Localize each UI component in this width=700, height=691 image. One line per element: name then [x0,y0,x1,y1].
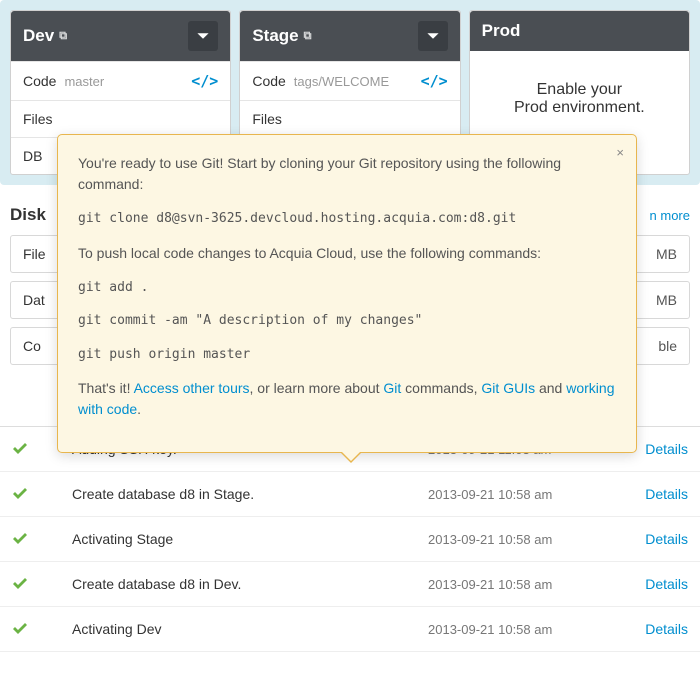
stage-title: Stage [252,26,298,46]
check-icon [12,533,72,546]
task-initiated: 2013-09-21 10:58 am [428,622,618,637]
task-name: Create database d8 in Dev. [72,576,428,592]
dev-title: Dev [23,26,54,46]
task-row: Activating Dev2013-09-21 10:58 am Details [0,607,700,652]
dev-code-row[interactable]: Code master </> [11,61,230,100]
disk-row-label: File [23,246,46,262]
code-label: Code [23,73,56,89]
details-link[interactable]: Details [645,441,688,457]
details-link[interactable]: Details [645,576,688,592]
task-name: Activating Stage [72,531,428,547]
check-icon [12,488,72,501]
git-push-command: git push origin master [78,345,616,365]
dev-header[interactable]: Dev ⧉ [11,11,230,61]
db-label: DB [23,148,42,164]
task-initiated: 2013-09-21 10:58 am [428,577,618,592]
task-name: Activating Dev [72,621,428,637]
details-link[interactable]: Details [645,621,688,637]
popover-arrow-icon [340,452,362,463]
git-link[interactable]: Git [383,380,401,396]
popover-intro: You're ready to use Git! Start by clonin… [78,153,616,195]
check-icon [12,578,72,591]
disk-row-value: ble [658,338,677,354]
disk-row-value: MB [656,246,677,262]
external-link-icon: ⧉ [59,30,67,43]
code-label: Code [252,73,285,89]
dev-dropdown[interactable] [188,21,218,51]
dev-code-value: master [64,74,191,89]
access-tours-link[interactable]: Access other tours [134,380,250,396]
check-icon [12,623,72,636]
chevron-down-icon [196,29,210,43]
stage-dropdown[interactable] [418,21,448,51]
dev-files-row[interactable]: Files [11,100,230,137]
git-clone-command: git clone d8@svn-3625.devcloud.hosting.a… [78,209,616,229]
code-icon[interactable]: </> [421,72,448,90]
external-link-icon: ⧉ [304,30,312,43]
chevron-down-icon [426,29,440,43]
prod-enable-message[interactable]: Enable your Prod environment. [470,51,689,147]
task-row: Create database d8 in Stage.2013-09-21 1… [0,472,700,517]
git-guis-link[interactable]: Git GUIs [481,380,535,396]
disk-title: Disk [10,205,46,225]
task-row: Activating Stage2013-09-21 10:58 am Detai… [0,517,700,562]
code-icon[interactable]: </> [191,72,218,90]
stage-code-row[interactable]: Code tags/WELCOME </> [240,61,459,100]
git-tour-popover: × You're ready to use Git! Start by clon… [57,134,637,453]
stage-header[interactable]: Stage ⧉ [240,11,459,61]
git-add-command: git add . [78,278,616,298]
prod-title: Prod [482,21,521,41]
popover-footer: That's it! Access other tours, or learn … [78,378,616,420]
details-link[interactable]: Details [645,531,688,547]
task-row: Create database d8 in Dev.2013-09-21 10:… [0,562,700,607]
files-label: Files [23,111,53,127]
learn-more-link[interactable]: n more [650,208,690,223]
disk-row-value: MB [656,292,677,308]
stage-files-row[interactable]: Files [240,100,459,137]
task-initiated: 2013-09-21 10:58 am [428,532,618,547]
popover-push-intro: To push local code changes to Acquia Clo… [78,243,616,264]
disk-row-label: Co [23,338,41,354]
files-label: Files [252,111,282,127]
task-initiated: 2013-09-21 10:58 am [428,487,618,502]
details-link[interactable]: Details [645,486,688,502]
close-icon[interactable]: × [616,143,624,163]
disk-row-label: Dat [23,292,45,308]
prod-header[interactable]: Prod [470,11,689,51]
git-commit-command: git commit -am "A description of my chan… [78,311,616,331]
task-name: Create database d8 in Stage. [72,486,428,502]
stage-code-value: tags/WELCOME [294,74,421,89]
